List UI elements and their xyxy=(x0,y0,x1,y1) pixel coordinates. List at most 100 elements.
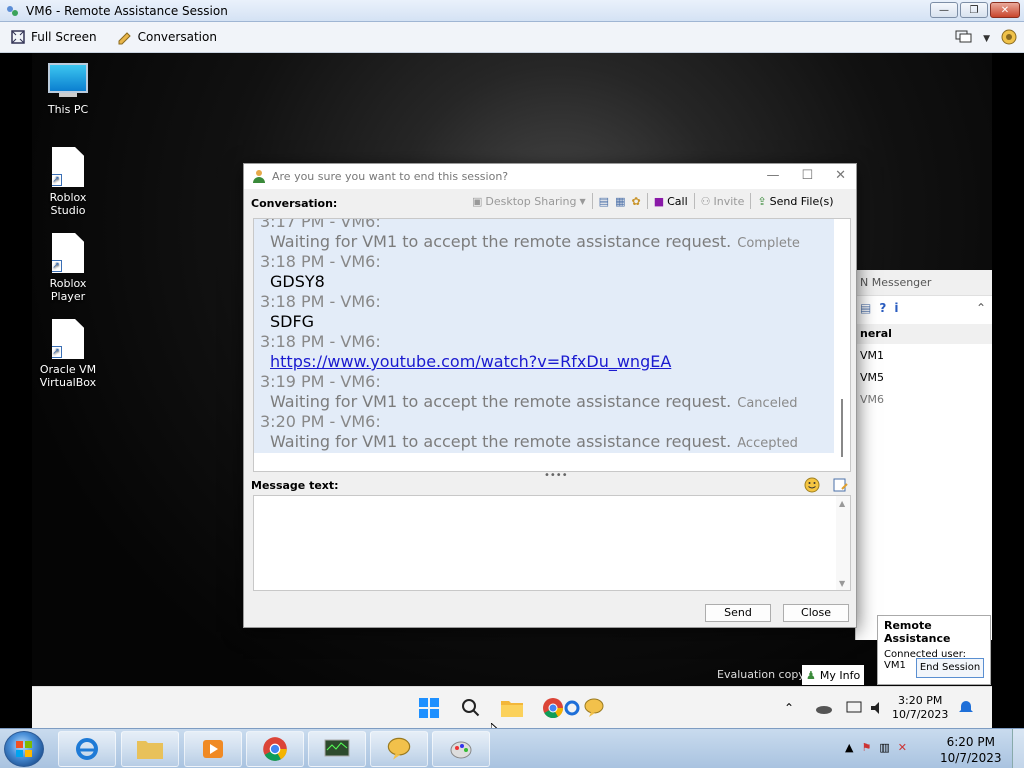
send-button[interactable]: Send xyxy=(705,604,771,622)
desktop-sharing-icon: ▣ xyxy=(472,194,483,208)
volume-icon[interactable]: ✕ xyxy=(898,741,907,754)
log-header: 3:18 PM - VM6: xyxy=(260,252,381,271)
font-format-icon[interactable] xyxy=(833,477,849,496)
conversation-label: Conversation: xyxy=(251,197,338,210)
dialog-maximize-button[interactable]: ☐ xyxy=(801,168,813,183)
file-icon: ↗ xyxy=(52,147,84,187)
call-button[interactable]: ■ Call xyxy=(654,195,688,208)
remote-assistance-icon xyxy=(7,6,18,16)
chevron-down-icon[interactable]: ▼ xyxy=(983,34,990,44)
maximize-button[interactable]: ❐ xyxy=(960,2,988,18)
host-time: 6:20 PM xyxy=(946,735,995,749)
log-header: 3:20 PM - VM6: xyxy=(260,412,381,431)
search-icon[interactable] xyxy=(459,697,483,719)
conversation-dialog: Are you sure you want to end this sessio… xyxy=(243,163,857,628)
info-icon[interactable]: i xyxy=(894,301,898,315)
computer-icon xyxy=(48,63,88,93)
host-clock[interactable]: 6:20 PM 10/7/2023 xyxy=(940,734,1002,766)
conversation-log[interactable]: 3:17 PM - VM6: Waiting for VM1 to accept… xyxy=(253,218,851,472)
desktop-icon-this-pc[interactable]: This PC xyxy=(32,61,104,116)
messenger-icon[interactable] xyxy=(582,697,606,719)
invite-button[interactable]: ⚇ Invite xyxy=(701,195,745,208)
host-taskbar: ▲ ⚑ ▥ ✕ 6:20 PM 10/7/2023 xyxy=(0,728,1024,768)
tray-chevron-icon[interactable]: ▲ xyxy=(845,741,853,754)
contact-item[interactable]: VM5 xyxy=(856,366,992,388)
desktop-icon-roblox-studio[interactable]: ↗ Roblox Studio xyxy=(32,147,104,217)
conversation-button[interactable]: Conversation xyxy=(107,29,227,45)
end-session-button[interactable]: End Session xyxy=(916,658,984,678)
app-icon[interactable] xyxy=(560,697,584,719)
show-desktop-button[interactable] xyxy=(1012,729,1024,768)
media-player-icon[interactable] xyxy=(184,731,242,767)
contact-group[interactable]: neral xyxy=(856,324,992,344)
windows-start-icon[interactable] xyxy=(417,697,441,719)
log-status: Canceled xyxy=(737,396,798,411)
help-icon[interactable] xyxy=(1000,28,1018,49)
log-system-line: Waiting for VM1 to accept the remote ass… xyxy=(270,392,798,411)
activity-icon[interactable]: ✿ xyxy=(631,195,640,208)
send-files-button[interactable]: ⇪ Send File(s) xyxy=(757,195,833,208)
minimize-button[interactable]: — xyxy=(930,2,958,18)
remote-taskbar: ⌃ 3:20 PM 10/7/2023 xyxy=(32,686,992,728)
message-scrollbar[interactable]: ▲ ▼ xyxy=(836,496,850,590)
send-files-label: Send File(s) xyxy=(769,194,834,208)
log-header: 3:19 PM - VM6: xyxy=(260,372,381,391)
emoticon-icon[interactable] xyxy=(804,477,820,496)
close-button[interactable]: ✕ xyxy=(990,2,1020,18)
file-explorer-icon[interactable] xyxy=(500,697,524,719)
notes-icon[interactable]: ▤ xyxy=(599,195,609,208)
splitter-grip[interactable]: •••• xyxy=(544,470,568,481)
volume-icon[interactable] xyxy=(866,697,890,719)
log-header: 3:17 PM - VM6: xyxy=(260,218,381,231)
help-icon[interactable]: ? xyxy=(879,301,886,315)
tray-chevron-icon[interactable]: ⌃ xyxy=(782,697,796,719)
log-system-line: Waiting for VM1 to accept the remote ass… xyxy=(270,232,800,251)
desktop-icon-label: Roblox Player xyxy=(49,277,87,303)
remote-clock[interactable]: 3:20 PM 10/7/2023 xyxy=(892,694,948,722)
message-input[interactable]: ▲ ▼ xyxy=(253,495,851,591)
log-message: GDSY8 xyxy=(270,272,325,291)
notification-bell-icon[interactable] xyxy=(954,697,978,719)
my-info-label: My Info xyxy=(819,668,861,682)
display-icon[interactable] xyxy=(955,30,973,47)
conversation-scrollbar[interactable] xyxy=(836,219,848,471)
network-icon[interactable]: ▥ xyxy=(879,741,889,754)
conversation-icon xyxy=(117,29,133,45)
system-tray: ▲ ⚑ ▥ ✕ xyxy=(845,741,907,754)
send-files-icon: ⇪ xyxy=(757,194,767,208)
log-system-text: Waiting for VM1 to accept the remote ass… xyxy=(270,232,732,251)
youtube-link[interactable]: https://www.youtube.com/watch?v=RfxDu_wn… xyxy=(270,352,671,371)
my-info-button[interactable]: ♟ My Info xyxy=(802,665,865,685)
onedrive-icon[interactable] xyxy=(812,697,836,719)
full-screen-button[interactable]: Full Screen xyxy=(0,29,107,45)
contacts-icon[interactable]: ▤ xyxy=(860,301,871,315)
windows-explorer-icon[interactable] xyxy=(121,731,179,767)
desktop-icon-roblox-player[interactable]: ↗ Roblox Player xyxy=(32,233,104,303)
paint-icon[interactable] xyxy=(432,731,490,767)
network-icon[interactable] xyxy=(842,697,866,719)
collapse-icon[interactable]: ⌃ xyxy=(976,301,986,315)
flag-icon[interactable]: ⚑ xyxy=(861,741,871,754)
log-status: Complete xyxy=(737,236,800,251)
desktop-icon-virtualbox[interactable]: ↗ Oracle VM VirtualBox xyxy=(32,319,104,389)
full-screen-label: Full Screen xyxy=(31,30,97,44)
contact-item[interactable]: VM6 xyxy=(856,388,992,410)
dialog-close-action-button[interactable]: Close xyxy=(783,604,849,622)
desktop-icon-label: Roblox Studio xyxy=(49,191,87,217)
whiteboard-icon[interactable]: ▦ xyxy=(615,195,625,208)
message-text-label: Message text: xyxy=(251,479,339,492)
chrome-icon[interactable] xyxy=(246,731,304,767)
desktop-sharing-button[interactable]: ▣ Desktop Sharing ▼ xyxy=(472,195,586,208)
start-button[interactable] xyxy=(4,731,44,767)
dialog-minimize-button[interactable]: — xyxy=(766,168,779,183)
contact-item[interactable]: VM1 xyxy=(856,344,992,366)
dialog-close-button[interactable]: ✕ xyxy=(835,168,846,183)
conversation-label: Conversation xyxy=(137,30,217,44)
messenger-window: N Messenger ▤ ? i ⌃ neral VM1 VM5 VM6 xyxy=(855,270,992,640)
window-title: VM6 - Remote Assistance Session xyxy=(26,3,228,18)
task-manager-icon[interactable] xyxy=(308,731,366,767)
messenger-icon[interactable] xyxy=(370,731,428,767)
notification-title: Remote Assistance xyxy=(884,619,951,645)
internet-explorer-icon[interactable] xyxy=(58,731,116,767)
file-icon: ↗ xyxy=(52,233,84,273)
